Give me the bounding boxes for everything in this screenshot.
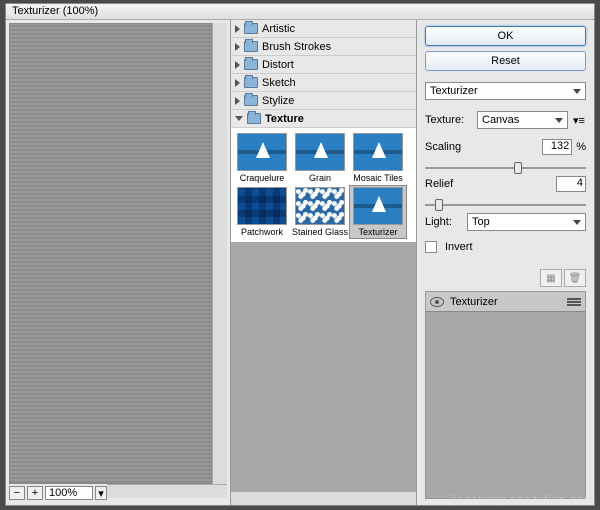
zoom-value[interactable]: 100% xyxy=(45,486,93,500)
filter-horizontal-scrollbar[interactable] xyxy=(231,491,416,505)
texture-label: Texture: xyxy=(425,114,473,126)
texture-thumbnails: Craquelure Grain Mosaic Tiles Patchwork … xyxy=(231,128,416,242)
filter-list-empty-area xyxy=(231,242,416,491)
folder-icon xyxy=(244,77,258,88)
eye-icon[interactable] xyxy=(430,297,444,307)
thumb-craquelure[interactable]: Craquelure xyxy=(233,131,291,185)
invert-label: Invert xyxy=(445,241,473,253)
triangle-right-icon xyxy=(235,25,240,33)
effect-layer-name: Texturizer xyxy=(450,296,498,308)
preview-image[interactable] xyxy=(9,23,212,484)
filter-select[interactable]: Texturizer xyxy=(425,82,586,100)
thumb-texturizer[interactable]: Texturizer xyxy=(349,185,407,239)
controls-pane: OK Reset Texturizer Texture: Canvas ▾≡ S… xyxy=(417,20,594,505)
texture-menu-icon[interactable]: ▾≡ xyxy=(572,114,586,127)
thumb-patchwork[interactable]: Patchwork xyxy=(233,185,291,239)
zoom-dropdown[interactable]: ▾ xyxy=(95,486,107,500)
zoom-out-button[interactable]: − xyxy=(9,486,25,500)
thumb-stained-glass[interactable]: Stained Glass xyxy=(291,185,349,239)
category-brush-strokes[interactable]: Brush Strokes xyxy=(231,38,416,56)
reset-button[interactable]: Reset xyxy=(425,51,586,71)
thumb-grain[interactable]: Grain xyxy=(291,131,349,185)
light-label: Light: xyxy=(425,216,463,228)
new-effect-layer-button[interactable]: ▦ xyxy=(540,269,562,287)
category-distort[interactable]: Distort xyxy=(231,56,416,74)
preview-pane: − + 100% ▾ xyxy=(6,20,231,505)
folder-icon xyxy=(244,59,258,70)
scaling-label: Scaling xyxy=(425,141,473,153)
folder-icon xyxy=(247,113,261,124)
zoom-in-button[interactable]: + xyxy=(27,486,43,500)
folder-icon xyxy=(244,23,258,34)
filter-list-pane: Artistic Brush Strokes Distort Sketch St… xyxy=(231,20,417,505)
delete-effect-layer-button[interactable]: 🗑 xyxy=(564,269,586,287)
triangle-right-icon xyxy=(235,61,240,69)
preview-horizontal-scrollbar[interactable] xyxy=(107,484,227,498)
scaling-slider[interactable] xyxy=(425,160,586,171)
folder-icon xyxy=(244,41,258,52)
scaling-unit: % xyxy=(576,141,586,153)
menu-icon[interactable] xyxy=(567,301,581,303)
category-artistic[interactable]: Artistic xyxy=(231,20,416,38)
titlebar: Texturizer (100%) xyxy=(6,4,594,20)
preview-vertical-scrollbar[interactable] xyxy=(212,23,227,484)
triangle-right-icon xyxy=(235,97,240,105)
effect-layers-panel: Texturizer xyxy=(425,291,586,499)
category-sketch[interactable]: Sketch xyxy=(231,74,416,92)
thumb-mosaic-tiles[interactable]: Mosaic Tiles xyxy=(349,131,407,185)
watermark: jiaocheng.chazidian.com xyxy=(451,494,594,506)
folder-icon xyxy=(244,95,258,106)
light-select[interactable]: Top xyxy=(467,213,586,231)
relief-label: Relief xyxy=(425,178,473,190)
category-stylize[interactable]: Stylize xyxy=(231,92,416,110)
texture-select[interactable]: Canvas xyxy=(477,111,568,129)
relief-slider[interactable] xyxy=(425,197,586,208)
window-title: Texturizer (100%) xyxy=(12,5,98,17)
triangle-right-icon xyxy=(235,43,240,51)
triangle-down-icon xyxy=(235,116,243,121)
triangle-right-icon xyxy=(235,79,240,87)
effect-layer-row[interactable]: Texturizer xyxy=(426,292,585,312)
relief-input[interactable]: 4 xyxy=(556,176,586,192)
dialog-window: Texturizer (100%) − + 100% ▾ Artistic Br… xyxy=(5,3,595,506)
invert-checkbox[interactable] xyxy=(425,241,437,253)
category-texture[interactable]: Texture xyxy=(231,110,416,128)
ok-button[interactable]: OK xyxy=(425,26,586,46)
scaling-input[interactable]: 132 xyxy=(542,139,572,155)
